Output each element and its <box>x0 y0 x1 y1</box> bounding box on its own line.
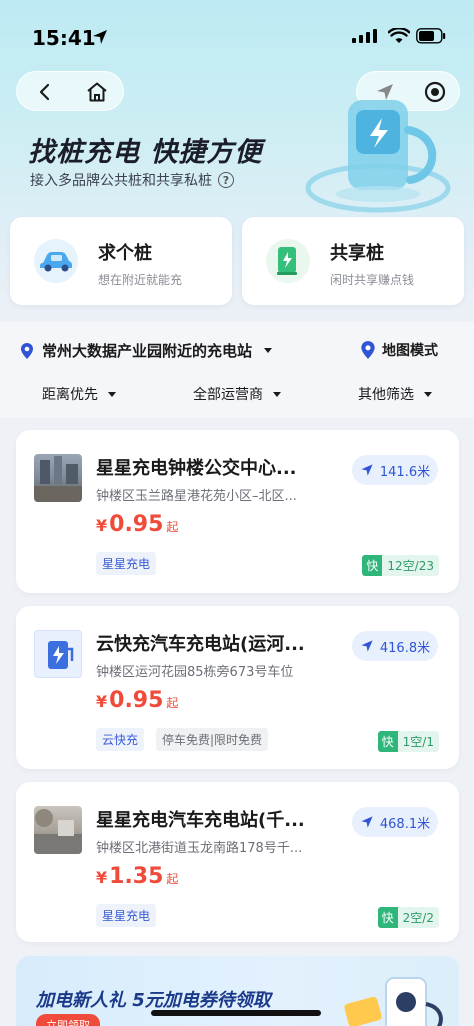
price-currency: ¥ <box>96 868 108 887</box>
station-name: 星星充电汽车充电站(千... <box>96 810 305 831</box>
parking-tag: 停车免费|限时免费 <box>156 728 269 751</box>
filter-label: 距离优先 <box>42 387 98 403</box>
page-subtitle-row: 接入多品牌公共桩和共享私桩 ? <box>30 170 234 190</box>
caret-down-icon <box>424 391 432 397</box>
operator-tag: 星星充电 <box>96 552 157 575</box>
station-price: ¥ 0.95 起 <box>96 512 178 537</box>
entry-title: 求个桩 <box>98 243 152 264</box>
wifi-icon <box>388 28 410 43</box>
page-subtitle: 接入多品牌公共桩和共享私桩 <box>30 173 212 189</box>
map-pin-icon <box>361 341 375 359</box>
entry-subtitle: 想在附近就能充 <box>98 273 183 287</box>
operator-tag: 星星充电 <box>96 904 157 927</box>
nav-capsule-left <box>16 71 124 111</box>
filter-label: 其他筛选 <box>358 387 414 403</box>
filter-sort-distance[interactable]: 距离优先 <box>0 384 158 404</box>
navigation-arrow-icon <box>361 464 373 476</box>
price-suffix: 起 <box>166 872 179 886</box>
station-price: ¥ 1.35 起 <box>96 864 178 889</box>
station-address: 钟楼区北港街道玉龙南路178号千... <box>96 841 303 856</box>
distance-label: 468.1米 <box>379 816 431 832</box>
promo-title: 加电新人礼 5元加电券待领取 <box>36 990 271 1011</box>
price-value: 0.95 <box>109 688 164 713</box>
map-pin-icon <box>21 342 33 359</box>
location-selector[interactable]: 常州大数据产业园附近的充电站 <box>20 340 273 361</box>
price-value: 1.35 <box>109 864 164 889</box>
coupon-charger-icon <box>344 977 443 1026</box>
station-name: 云快充汽车充电站(运河... <box>96 634 305 655</box>
filter-operator[interactable]: 全部运营商 <box>158 384 316 404</box>
distance-button[interactable]: 468.1米 <box>352 807 438 837</box>
charger-illustration-icon <box>305 100 451 213</box>
availability-badge: 快 2空/2 <box>377 907 439 928</box>
fast-label: 快 <box>377 731 398 752</box>
availability-badge: 快 1空/1 <box>377 731 439 752</box>
home-button[interactable] <box>71 72 123 112</box>
station-address: 钟楼区运河花园85栋旁673号车位 <box>96 665 294 680</box>
entry-find-charger[interactable]: 求个桩 想在附近就能充 <box>10 217 232 305</box>
availability-count: 2空/2 <box>397 907 439 928</box>
home-icon <box>87 82 107 102</box>
station-price: ¥ 0.95 起 <box>96 688 178 713</box>
distance-button[interactable]: 416.8米 <box>352 631 438 661</box>
status-bar: 15:41 <box>0 0 474 70</box>
filter-bar: 距离优先 全部运营商 其他筛选 <box>0 384 474 404</box>
price-suffix: 起 <box>166 520 179 534</box>
station-address: 钟楼区玉兰路星港花苑小区–北区... <box>96 489 297 504</box>
distance-label: 141.6米 <box>379 464 431 480</box>
price-currency: ¥ <box>96 516 108 535</box>
map-mode-button[interactable]: 地图模式 <box>360 340 438 360</box>
station-card[interactable]: 星星充电汽车充电站(千... 钟楼区北港街道玉龙南路178号千... ¥ 1.3… <box>16 782 459 942</box>
back-button[interactable] <box>19 72 71 112</box>
filter-other[interactable]: 其他筛选 <box>316 384 474 404</box>
navigation-arrow-icon <box>361 816 373 828</box>
location-label: 常州大数据产业园附近的充电站 <box>42 342 253 360</box>
battery-icon <box>416 28 446 44</box>
distance-button[interactable]: 141.6米 <box>352 455 438 485</box>
availability-count: 12空/23 <box>382 555 439 576</box>
status-time: 15:41 <box>32 26 96 50</box>
caret-down-icon <box>108 391 116 397</box>
station-photo <box>34 454 82 502</box>
entry-title: 共享桩 <box>330 243 384 264</box>
home-indicator <box>151 1010 321 1016</box>
fast-label: 快 <box>362 555 383 576</box>
signal-icon <box>352 29 377 43</box>
filter-label: 全部运营商 <box>193 387 263 403</box>
availability-badge: 快 12空/23 <box>362 555 439 576</box>
distance-label: 416.8米 <box>379 640 431 656</box>
chevron-left-icon <box>39 83 50 101</box>
charger-logo-icon <box>34 630 82 678</box>
navigation-arrow-icon <box>361 640 373 652</box>
entry-subtitle: 闲时共享赚点钱 <box>330 273 415 287</box>
help-icon[interactable]: ? <box>218 172 234 188</box>
caret-down-icon <box>264 348 273 353</box>
price-suffix: 起 <box>166 696 179 710</box>
fast-label: 快 <box>377 907 398 928</box>
operator-tag: 云快充 <box>96 728 145 751</box>
page-title: 找桩充电 快捷方便 <box>28 137 263 168</box>
station-name: 星星充电钟楼公交中心... <box>96 458 297 479</box>
entry-share-charger[interactable]: 共享桩 闲时共享赚点钱 <box>242 217 464 305</box>
car-icon <box>34 239 78 283</box>
availability-count: 1空/1 <box>397 731 439 752</box>
location-arrow-icon <box>93 30 107 44</box>
price-value: 0.95 <box>109 512 164 537</box>
station-card[interactable]: 星星充电钟楼公交中心... 钟楼区玉兰路星港花苑小区–北区... ¥ 0.95 … <box>16 430 459 593</box>
promo-claim-button[interactable]: 立即领取 <box>36 1014 100 1026</box>
map-mode-label: 地图模式 <box>382 343 438 359</box>
caret-down-icon <box>273 391 281 397</box>
charger-icon <box>266 239 310 283</box>
station-photo <box>34 806 82 854</box>
station-card[interactable]: 云快充汽车充电站(运河... 钟楼区运河花园85栋旁673号车位 ¥ 0.95 … <box>16 606 459 769</box>
price-currency: ¥ <box>96 692 108 711</box>
